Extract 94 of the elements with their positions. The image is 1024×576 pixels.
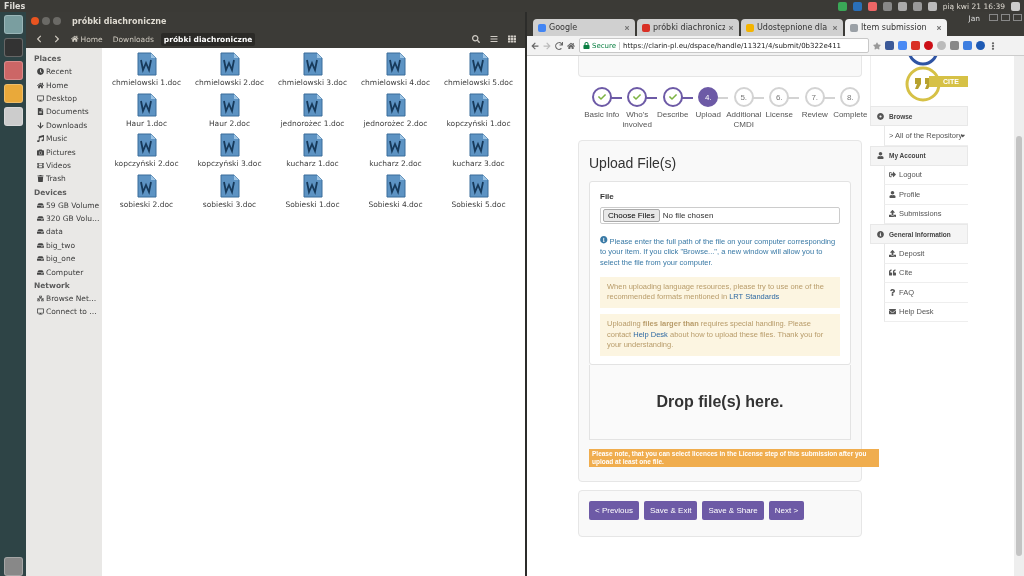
field-label: File — [600, 192, 615, 201]
step-circle[interactable]: 8. — [840, 87, 861, 107]
back-icon[interactable] — [531, 41, 539, 50]
clock-icon — [37, 68, 44, 76]
word-document-icon — [385, 52, 406, 76]
download-icon — [37, 121, 44, 129]
scrollbar-thumb[interactable] — [1016, 136, 1022, 556]
close-icon[interactable] — [832, 24, 838, 31]
step-circle[interactable]: 5. — [733, 87, 754, 107]
step-circle[interactable] — [591, 87, 612, 107]
app-name: Files — [4, 1, 27, 11]
word-document-icon — [219, 173, 240, 198]
step-label: Basic Info — [583, 110, 621, 120]
minimize-icon[interactable] — [989, 14, 998, 21]
word-document-icon — [302, 52, 323, 76]
file-input[interactable]: Choose Files No file chosen — [600, 207, 840, 224]
close-icon[interactable] — [624, 24, 630, 31]
word-document-icon — [302, 92, 323, 117]
nav-button[interactable]: Save & Exit — [644, 501, 698, 521]
favicon-icon — [850, 23, 858, 32]
nav-button[interactable]: Save & Share — [702, 501, 764, 521]
logout-icon — [889, 171, 896, 179]
browser-tab[interactable]: Google — [533, 19, 635, 36]
word-document-icon — [136, 173, 157, 198]
step-label: Describe — [655, 110, 690, 120]
film-icon — [37, 161, 44, 169]
word-document-icon — [468, 173, 489, 198]
home-icon[interactable] — [567, 41, 575, 50]
word-document-icon — [219, 92, 240, 117]
document-icon — [37, 108, 44, 116]
step-circle[interactable]: 4. — [698, 87, 719, 107]
nav-button[interactable]: Next > — [768, 501, 805, 521]
check-icon — [597, 93, 606, 101]
user-icon — [889, 190, 896, 198]
section-heading: Upload File(s) — [589, 155, 678, 171]
quote-icon — [889, 269, 896, 277]
close-icon[interactable] — [728, 24, 734, 31]
favicon-icon — [746, 23, 754, 32]
step-label: Additional CMDI — [725, 110, 763, 130]
word-document-icon — [468, 52, 489, 76]
info-icon — [877, 230, 884, 238]
star-icon[interactable] — [873, 41, 881, 50]
close-icon[interactable] — [936, 24, 942, 31]
step-circle[interactable]: 6. — [769, 87, 790, 107]
browser-tab[interactable]: próbki diachronicz — [637, 19, 739, 36]
drop-zone[interactable]: Drop file(s) here. — [589, 365, 851, 441]
upload-icon — [889, 249, 896, 257]
word-document-icon — [385, 133, 406, 157]
close-icon[interactable] — [31, 17, 39, 25]
favicon-icon — [538, 23, 546, 32]
home-icon — [37, 81, 44, 89]
reload-icon[interactable] — [555, 41, 563, 50]
check-icon — [668, 93, 677, 101]
check-icon — [633, 93, 642, 101]
browser-tab[interactable]: Udostępnione dla — [741, 19, 843, 36]
word-document-icon — [302, 133, 323, 157]
search-icon[interactable] — [469, 32, 483, 46]
nav-button[interactable]: < Previous — [589, 501, 640, 521]
step-label: Complete — [832, 110, 869, 120]
choose-files-button[interactable]: Choose Files — [603, 209, 660, 222]
word-document-icon — [385, 173, 406, 198]
maximize-icon[interactable] — [53, 17, 61, 25]
music-icon — [37, 135, 44, 143]
browser-tab[interactable]: Item submission — [845, 19, 947, 36]
word-document-icon — [219, 133, 240, 157]
maximize-icon[interactable] — [1001, 14, 1010, 21]
envelope-icon — [889, 308, 896, 316]
more-icon[interactable] — [989, 41, 997, 50]
no-file-text: No file chosen — [662, 211, 714, 220]
word-document-icon — [219, 52, 240, 76]
word-document-icon — [136, 52, 157, 76]
word-document-icon — [136, 92, 157, 117]
home-icon — [71, 35, 79, 43]
lock-icon — [583, 42, 590, 49]
camera-icon — [37, 148, 44, 156]
user-icon — [877, 152, 884, 159]
window-title: próbki diachroniczne — [72, 16, 167, 26]
minimize-icon[interactable] — [42, 17, 50, 25]
word-document-icon — [468, 133, 489, 157]
monitor-icon — [37, 308, 44, 316]
word-document-icon — [136, 133, 157, 157]
word-document-icon — [302, 173, 323, 198]
step-circle[interactable] — [662, 87, 683, 107]
step-circle[interactable] — [627, 87, 648, 107]
word-document-icon — [468, 92, 489, 117]
step-circle[interactable]: 7. — [804, 87, 825, 107]
folder-icon — [37, 94, 44, 102]
favicon-icon — [642, 23, 650, 32]
word-document-icon — [385, 92, 406, 117]
upload-icon — [889, 210, 896, 218]
info-icon — [600, 236, 608, 244]
question-icon — [889, 288, 896, 296]
compass-icon — [877, 112, 884, 120]
close-icon[interactable] — [1013, 14, 1022, 21]
